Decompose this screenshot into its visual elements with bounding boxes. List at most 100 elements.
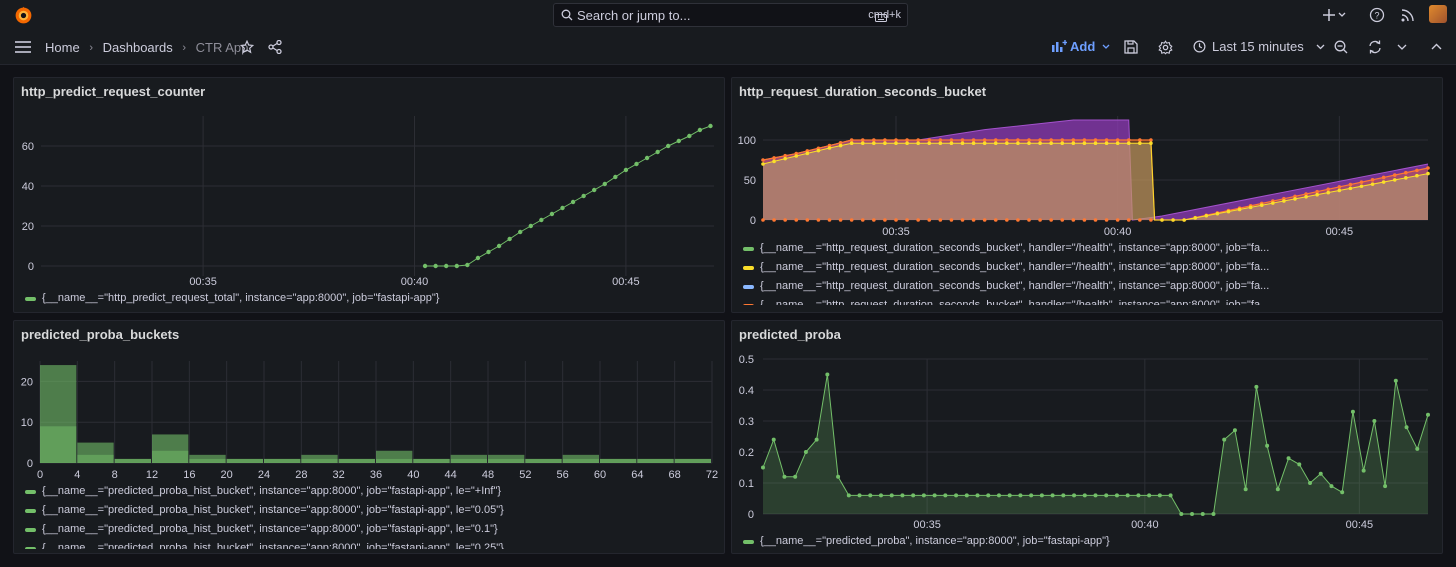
histogram-bar-inner — [637, 458, 674, 463]
data-point — [1016, 218, 1020, 222]
data-point — [1359, 180, 1364, 184]
data-point — [803, 450, 808, 454]
data-point — [697, 127, 703, 133]
data-point — [857, 493, 862, 498]
data-point — [949, 141, 954, 145]
data-point — [1326, 190, 1331, 195]
data-point — [971, 138, 976, 142]
grafana-logo-icon[interactable] — [13, 5, 34, 26]
x-tick-label: 36 — [370, 469, 382, 481]
breadcrumb-home[interactable]: Home — [45, 40, 80, 55]
data-point — [1115, 218, 1120, 222]
data-point — [1082, 218, 1087, 222]
data-point — [927, 218, 932, 222]
x-tick-label: 00:40 — [401, 276, 429, 288]
data-point — [921, 493, 926, 498]
data-point — [1050, 493, 1055, 498]
data-point — [1304, 195, 1308, 199]
histogram-bar-inner — [152, 450, 189, 463]
legend-item[interactable]: {__name__="predicted_proba", instance="a… — [743, 532, 1110, 551]
y-tick-label: 0 — [750, 215, 756, 227]
data-point — [1265, 443, 1270, 448]
y-tick-label: 0 — [28, 261, 34, 273]
collapse-chevron-up-icon[interactable] — [1431, 43, 1442, 50]
data-point — [1297, 462, 1302, 467]
data-point — [613, 174, 618, 180]
data-point — [676, 138, 681, 144]
news-feed-icon[interactable] — [1400, 7, 1416, 23]
data-point — [1060, 141, 1065, 145]
data-point — [772, 156, 776, 160]
x-tick-label: 48 — [482, 469, 494, 481]
share-icon[interactable] — [268, 40, 282, 54]
y-tick-label: 60 — [22, 141, 34, 153]
data-point — [1005, 218, 1009, 222]
histogram-bar-inner — [301, 458, 338, 463]
new-plus-icon[interactable] — [1322, 7, 1346, 23]
data-point — [905, 141, 909, 145]
settings-gear-icon[interactable] — [1158, 40, 1173, 55]
help-icon[interactable]: ? — [1369, 7, 1385, 23]
data-point — [794, 218, 799, 222]
panel-predicted-proba[interactable]: predicted_proba 00:35 00:40 00:45 0 0.1 0.2 0.… — [731, 320, 1443, 554]
clock-icon — [1193, 40, 1206, 53]
refresh-interval-chevron-icon[interactable] — [1397, 44, 1407, 50]
save-icon[interactable] — [1124, 40, 1138, 54]
panel-http-request-duration-seconds-bucket[interactable]: http_request_duration_seconds_bucket 00:… — [731, 77, 1443, 313]
histogram-bar-inner — [40, 426, 77, 463]
chevron-down-icon — [1316, 44, 1325, 50]
data-point — [971, 141, 976, 145]
data-point — [849, 138, 854, 142]
search-input[interactable]: Search or jump to... cmd+k — [553, 3, 908, 27]
y-tick-label: 0.1 — [739, 478, 754, 490]
legend-item[interactable]: {__name__="predicted_proba_hist_bucket",… — [25, 482, 504, 501]
data-point — [1337, 185, 1342, 189]
data-point — [1350, 409, 1355, 414]
zoom-out-icon[interactable] — [1334, 40, 1348, 54]
breadcrumb-dashboards[interactable]: Dashboards — [103, 40, 173, 55]
data-point — [1348, 182, 1353, 187]
data-point — [1211, 512, 1216, 516]
data-point — [1104, 138, 1109, 142]
data-point — [1426, 171, 1430, 176]
menu-icon[interactable] — [15, 41, 31, 53]
data-point — [949, 138, 954, 142]
legend-item[interactable]: {__name__="http_request_duration_seconds… — [743, 296, 1269, 305]
legend-item[interactable]: {__name__="predicted_proba_hist_bucket",… — [25, 501, 504, 520]
legend-swatch — [743, 265, 754, 270]
data-point — [878, 493, 883, 498]
data-point — [1016, 138, 1020, 142]
data-point — [1392, 178, 1397, 182]
chevron-right-icon: › — [89, 41, 93, 54]
refresh-icon[interactable] — [1368, 40, 1382, 54]
data-point — [1204, 213, 1209, 218]
legend-item[interactable]: {__name__="predicted_proba_hist_bucket",… — [25, 520, 504, 539]
histogram-bar-inner — [450, 458, 487, 463]
y-tick-label: 0 — [748, 509, 754, 521]
panel-predicted-proba-buckets[interactable]: predicted_proba_buckets 0 4 8 12 16 20 24 28 32 3… — [13, 320, 725, 554]
legend-item[interactable]: {__name__="http_predict_request_total", … — [25, 289, 439, 308]
data-point — [422, 263, 428, 269]
histogram-bar-inner — [264, 458, 301, 463]
data-point — [825, 372, 830, 377]
x-tick-label: 56 — [557, 469, 569, 481]
user-avatar[interactable] — [1429, 5, 1447, 23]
data-point — [816, 148, 821, 153]
histogram-bar-inner — [376, 458, 413, 463]
legend-item[interactable]: {__name__="http_request_duration_seconds… — [743, 277, 1269, 296]
star-icon[interactable] — [240, 40, 254, 54]
legend-item[interactable]: {__name__="http_request_duration_seconds… — [743, 239, 1269, 258]
data-point — [1415, 173, 1419, 178]
legend-item[interactable]: {__name__="http_request_duration_seconds… — [743, 258, 1269, 277]
panel-http-predict-request-counter[interactable]: http_predict_request_counter 00:35 00:40 0… — [13, 77, 725, 313]
y-tick-label: 50 — [744, 175, 756, 187]
y-tick-label: 0 — [27, 458, 33, 470]
data-point — [1125, 493, 1130, 498]
time-range-picker[interactable]: Last 15 minutes — [1193, 39, 1325, 54]
data-point — [805, 151, 810, 156]
y-tick-label: 20 — [21, 376, 33, 388]
data-point — [1160, 218, 1164, 222]
add-button[interactable]: Add — [1052, 39, 1110, 54]
y-tick-label: 0.3 — [739, 416, 754, 428]
legend-item[interactable]: {__name__="predicted_proba_hist_bucket",… — [25, 539, 504, 549]
